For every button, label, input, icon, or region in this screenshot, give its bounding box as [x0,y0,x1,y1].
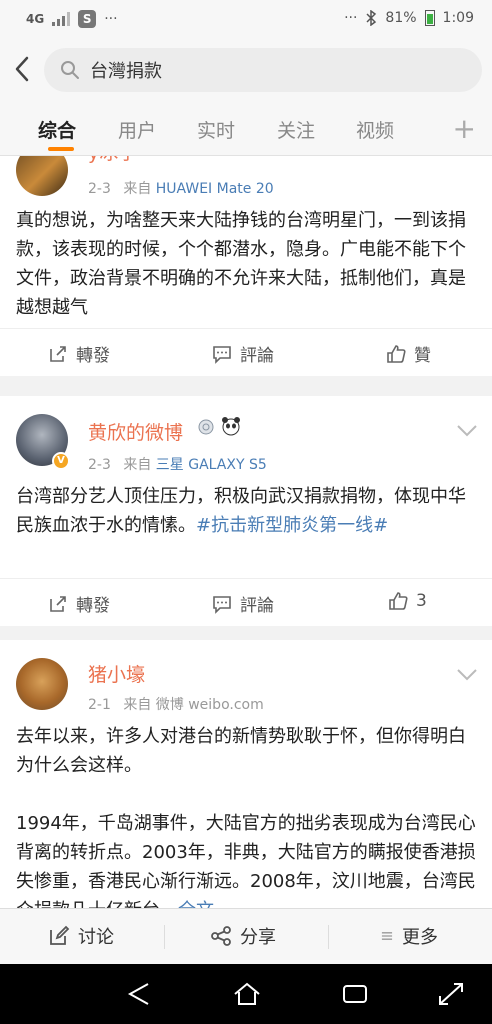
medal-badge-icon [198,419,214,435]
tab-comprehensive[interactable]: 综合 [38,116,76,143]
more-button[interactable]: 更多 [380,923,438,949]
comment-icon [213,345,231,364]
share-label: 分享 [240,927,276,948]
repost-button[interactable]: 轉發 [48,341,110,366]
topic-tag[interactable]: #抗击新型肺炎第一线# [196,515,388,536]
repost-icon [50,595,66,612]
username[interactable]: y冰宇 [88,156,137,165]
post-source[interactable]: HUAWEI Mate 20 [156,181,274,197]
search-icon [61,61,79,79]
username[interactable]: 猪小壕 [88,660,145,687]
post-actions: 轉發 評論 贊 [0,328,492,376]
tab-realtime[interactable]: 实时 [197,116,235,143]
divider [328,925,329,949]
search-header [0,40,492,100]
post-paragraph: 去年以来，许多人对港台的新情势耿耿于怀，但你得明白为什么会这样。 [16,726,466,776]
search-tabs: 综合 用户 实时 关注 视频 + [0,100,492,156]
via-label: 来自 [123,181,152,197]
read-full-link[interactable]: …全文 [160,900,214,908]
discuss-label: 讨论 [78,927,114,948]
menu-icon [381,932,393,940]
comment-button[interactable]: 評論 [212,341,274,366]
thumbs-up-icon [389,592,408,610]
add-tab-icon[interactable]: + [453,112,476,145]
search-input[interactable] [90,59,430,81]
share-button[interactable]: 分享 [210,923,276,949]
chevron-down-icon[interactable] [456,424,478,438]
battery-percent: 81% [385,10,417,26]
post-source[interactable]: 三星 GALAXY S5 [156,457,267,473]
back-icon[interactable] [124,980,154,1008]
post-text[interactable]: 台湾部分艺人顶住压力，积极向武汉捐款捐物，体现中华民族血浓于水的情愫。#抗击新型… [16,482,476,540]
active-tab-indicator [48,147,74,151]
expand-icon[interactable] [436,980,466,1008]
edit-icon [50,925,70,945]
tab-video[interactable]: 视频 [356,116,394,143]
post-text[interactable]: 真的想说，为啥整天来大陆挣钱的台湾明星门，一到该捐款，该表现的时候，个个都潜水，… [16,206,476,322]
post-date: 2-3 [88,181,111,197]
username[interactable]: 黄欣的微博 [88,418,183,445]
repost-label: 轉發 [76,596,110,616]
post-actions: 轉發 評論 3 [0,578,492,626]
avatar[interactable] [16,658,68,710]
signal-icon [52,12,71,26]
like-button[interactable]: 贊 [386,341,431,366]
panda-badge-icon [222,417,240,436]
post-date: 2-1 [88,697,111,713]
repost-button[interactable]: 轉發 [48,591,110,616]
post-card[interactable]: V 黄欣的微博 2-3 来自 三星 GALAXY S5 台湾部分艺人顶住压力，积… [0,396,492,626]
post-meta: 2-3 来自 三星 GALAXY S5 [88,454,267,474]
comment-icon [213,595,231,614]
bottom-action-bar: 讨论 分享 更多 [0,908,492,964]
comment-label: 評論 [240,596,274,616]
tab-following[interactable]: 关注 [277,116,315,143]
comment-button[interactable]: 評論 [212,591,274,616]
verified-badge-icon: V [52,452,70,470]
results-feed[interactable]: y冰宇 2-3 来自 HUAWEI Mate 20 真的想说，为啥整天来大陆挣钱… [0,156,492,908]
status-more-icon: ··· [344,10,358,26]
post-meta: 2-1 来自 微博 weibo.com [88,694,264,714]
tab-users[interactable]: 用户 [118,116,156,143]
post-text[interactable]: 去年以来，许多人对港台的新情势耿耿于怀，但你得明白为什么会这样。 1994年，千… [16,722,476,908]
search-bar[interactable] [44,48,482,92]
like-count: 3 [416,591,427,611]
bluetooth-icon [366,10,377,26]
battery-icon [424,10,435,26]
thumbs-up-icon [387,344,406,363]
home-icon[interactable] [232,980,262,1008]
post-paragraph-text: 1994年，千岛湖事件，大陆官方的拙劣表现成为台湾民心背离的转折点。2003年，… [16,813,476,908]
user-badges [196,416,242,436]
divider [164,925,165,949]
like-label: 贊 [414,346,431,366]
discuss-button[interactable]: 讨论 [48,923,114,949]
clock: 1:09 [442,10,474,26]
app-notification-icon: S [78,10,97,28]
chevron-down-icon[interactable] [456,668,478,682]
system-nav-bar [0,964,492,1024]
avatar[interactable] [16,156,68,196]
network-indicator: 4G [26,12,45,26]
comment-label: 評論 [240,346,274,366]
share-icon [211,926,231,946]
repost-label: 轉發 [76,346,110,366]
post-date: 2-3 [88,457,111,473]
more-label: 更多 [402,927,438,948]
back-arrow-icon[interactable] [12,56,34,82]
post-source[interactable]: 微博 weibo.com [156,697,264,713]
repost-icon [50,345,66,362]
recent-apps-icon[interactable] [340,980,370,1008]
status-bar: 4G S ··· ··· 81% 1:09 [0,0,492,40]
via-label: 来自 [123,697,152,713]
post-meta: 2-3 来自 HUAWEI Mate 20 [88,178,274,198]
post-card[interactable]: 猪小壕 2-1 来自 微博 weibo.com 去年以来，许多人对港台的新情势耿… [0,640,492,908]
post-paragraph: 1994年，千岛湖事件，大陆官方的拙劣表现成为台湾民心背离的转折点。2003年，… [16,809,476,908]
like-button[interactable]: 3 [388,591,427,611]
more-notifications-icon: ··· [104,11,118,27]
via-label: 来自 [123,457,152,473]
